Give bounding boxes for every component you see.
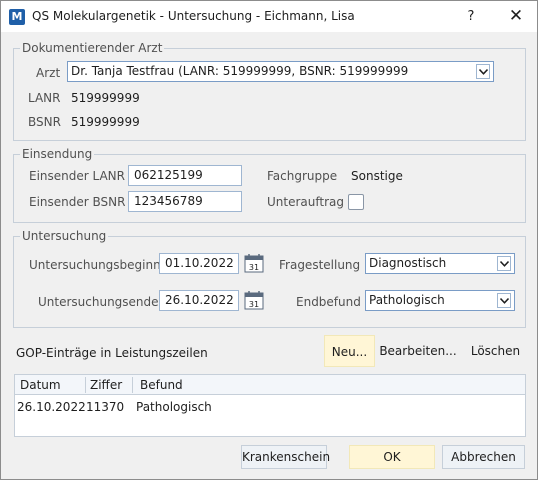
unterauftrag-label: Unterauftrag (267, 195, 344, 209)
untersuchung-legend: Untersuchung (22, 229, 107, 243)
einsendung-group: Einsendung (13, 147, 526, 223)
calendar-icon[interactable]: 31 (244, 290, 264, 310)
gop-label: GOP-Einträge in Leistungszeilen (16, 346, 208, 360)
einsender-bsnr-field[interactable]: 123456789 (128, 191, 242, 212)
calendar-day-label: 31 (249, 300, 259, 309)
app-logo-icon: M (9, 9, 25, 25)
cancel-button[interactable]: Abbrechen (442, 445, 525, 469)
untersuchungsende-label: Untersuchungsende (38, 295, 159, 309)
arzt-select[interactable]: Dr. Tanja Testfrau (LANR: 519999999, BSN… (67, 61, 494, 82)
fragestellung-value: Diagnostisch (369, 256, 447, 270)
chevron-down-icon (497, 256, 511, 271)
table-row[interactable]: 26.10.2022 11370 Pathologisch (15, 397, 525, 417)
krankenschein-button[interactable]: Krankenschein (241, 445, 330, 469)
chevron-down-icon (476, 64, 490, 79)
untersuchungsbeginn-label: Untersuchungsbeginn (29, 258, 161, 272)
einsendung-legend: Einsendung (22, 147, 93, 161)
chevron-down-icon (497, 293, 511, 308)
endbefund-label: Endbefund (296, 295, 361, 309)
arzt-label: Arzt (36, 66, 61, 80)
window-title: QS Molekulargenetik - Untersuchung - Eic… (32, 9, 355, 23)
edit-entry-button[interactable]: Bearbeiten... (378, 335, 458, 367)
column-header-ziffer[interactable]: Ziffer (90, 375, 122, 395)
untersuchung-group: Untersuchung (13, 229, 526, 328)
column-separator[interactable] (132, 377, 133, 393)
column-separator[interactable] (85, 377, 86, 393)
dialog-window: M QS Molekulargenetik - Untersuchung - E… (0, 0, 538, 480)
untersuchungsbeginn-field[interactable]: 01.10.2022 (159, 253, 239, 274)
cell-ziffer: 11370 (86, 400, 125, 414)
gop-table-header: Datum Ziffer Befund (15, 375, 525, 395)
endbefund-value: Pathologisch (369, 293, 445, 307)
cell-datum: 26.10.2022 (17, 400, 86, 414)
fachgruppe-label: Fachgruppe (267, 169, 338, 183)
einsender-lanr-label: Einsender LANR (29, 169, 125, 183)
gop-table[interactable]: Datum Ziffer Befund 26.10.2022 11370 Pat… (14, 374, 526, 437)
calendar-icon[interactable]: 31 (244, 253, 264, 273)
close-button[interactable]: ✕ (501, 1, 531, 32)
delete-entry-button[interactable]: Löschen (467, 335, 524, 367)
fragestellung-label: Fragestellung (279, 258, 361, 272)
arzt-select-value: Dr. Tanja Testfrau (LANR: 519999999, BSN… (71, 64, 409, 78)
lanr-label: LANR (28, 91, 61, 105)
help-button[interactable]: ? (456, 1, 486, 32)
bsnr-value: 519999999 (71, 115, 140, 129)
column-header-befund[interactable]: Befund (140, 375, 183, 395)
cell-befund: Pathologisch (136, 400, 212, 414)
title-bar: M QS Molekulargenetik - Untersuchung - E… (1, 1, 537, 32)
untersuchungsende-field[interactable]: 26.10.2022 (159, 290, 239, 311)
new-entry-button[interactable]: Neu... (324, 335, 375, 367)
column-header-datum[interactable]: Datum (20, 375, 61, 395)
doc-arzt-legend: Dokumentierender Arzt (22, 41, 163, 55)
bsnr-label: BSNR (28, 115, 61, 129)
unterauftrag-checkbox[interactable] (348, 194, 364, 210)
einsender-lanr-field[interactable]: 062125199 (128, 165, 242, 186)
fragestellung-select[interactable]: Diagnostisch (365, 253, 515, 274)
einsender-bsnr-label: Einsender BSNR (29, 195, 126, 209)
lanr-value: 519999999 (71, 91, 140, 105)
ok-button[interactable]: OK (349, 445, 435, 469)
endbefund-select[interactable]: Pathologisch (365, 290, 515, 311)
fachgruppe-value: Sonstige (351, 169, 403, 183)
calendar-day-label: 31 (249, 263, 259, 272)
